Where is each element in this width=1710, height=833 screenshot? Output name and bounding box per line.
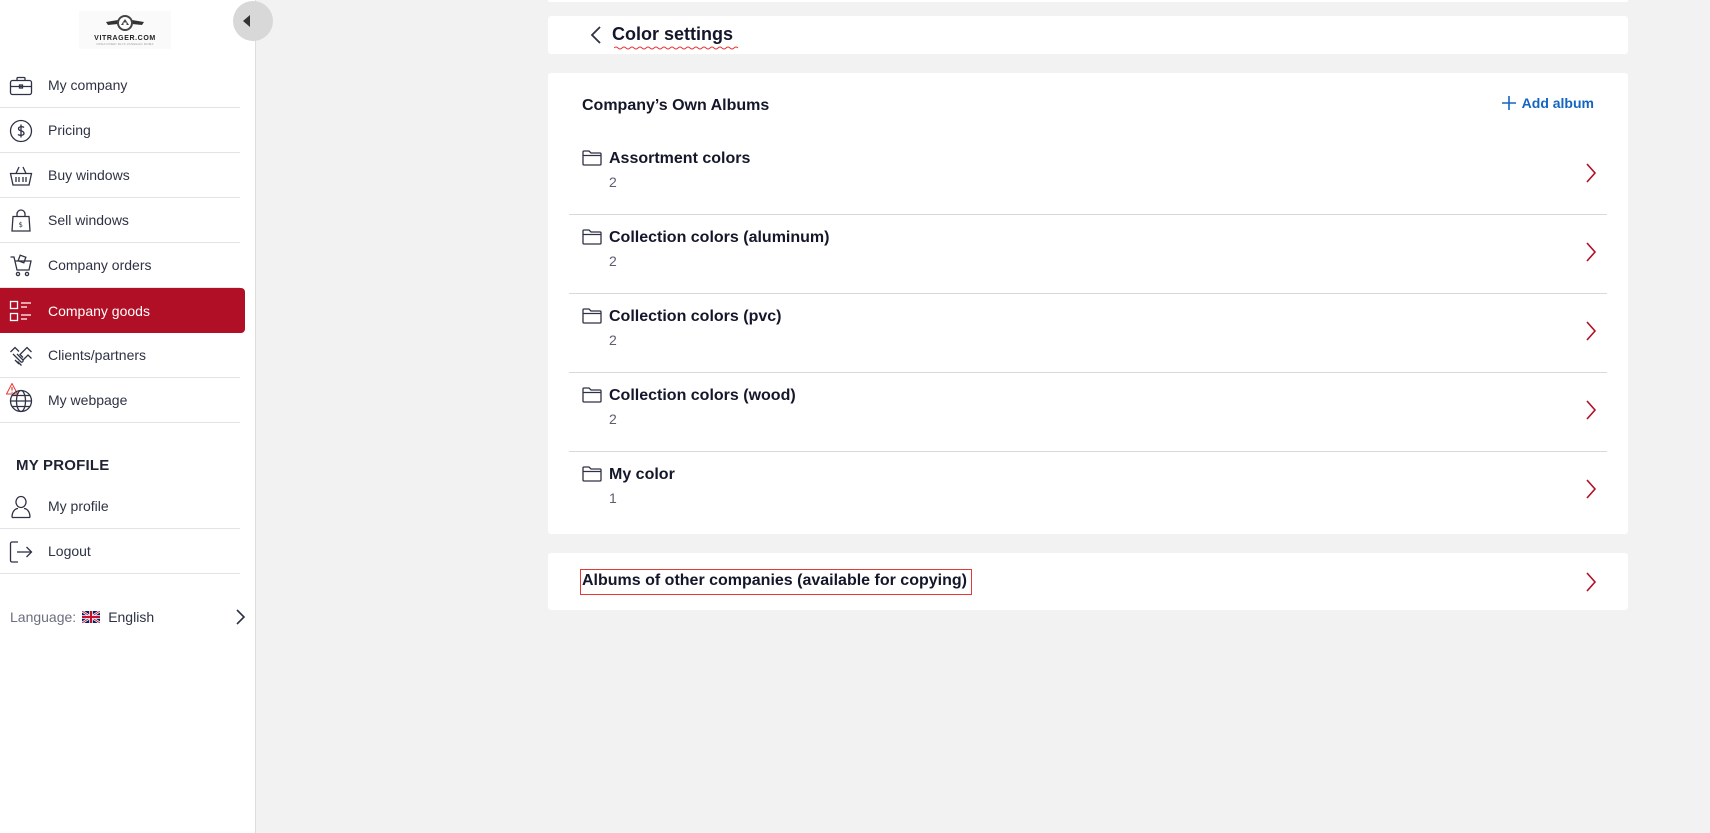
album-name: Collection colors (wood)	[609, 387, 796, 404]
basket-icon	[9, 166, 33, 186]
album-row-collection-colors-aluminum[interactable]: Collection colors (aluminum) 2	[569, 215, 1607, 294]
collapse-sidebar-button[interactable]	[233, 1, 273, 41]
main-nav: My company Pricing Buy windows $ Sell wi…	[0, 63, 245, 423]
cart-icon	[10, 254, 32, 277]
album-list: Assortment colors 2 Collection colors (a…	[569, 136, 1607, 531]
profile-nav: My profile Logout	[0, 484, 240, 574]
album-name: Collection colors (aluminum)	[609, 229, 830, 246]
svg-text:$: $	[19, 221, 23, 229]
sidebar-item-sell-windows[interactable]: $ Sell windows	[0, 198, 240, 243]
album-count: 1	[609, 490, 617, 506]
album-name: Assortment colors	[609, 150, 751, 167]
dollar-circle-icon	[9, 119, 33, 143]
album-count: 2	[609, 253, 617, 269]
sidebar-item-buy-windows[interactable]: Buy windows	[0, 153, 240, 198]
briefcase-icon	[9, 76, 33, 96]
other-companies-albums-label: Albums of other companies (available for…	[580, 569, 972, 595]
sidebar-item-label: Clients/partners	[48, 347, 147, 363]
logout-icon	[9, 541, 33, 563]
logo-tagline: OKNA DVERI DLYA VASHEGO DOMA	[96, 42, 154, 46]
sidebar-item-my-profile[interactable]: My profile	[0, 484, 240, 529]
chevron-right-icon	[1586, 572, 1597, 592]
chevron-right-icon	[236, 609, 246, 625]
list-icon	[9, 300, 31, 322]
top-strip	[548, 0, 1628, 2]
shopping-bag-icon: $	[11, 209, 31, 232]
sidebar-item-label: Company orders	[48, 257, 152, 273]
album-name: Collection colors (pvc)	[609, 308, 782, 325]
collapse-arrow-icon	[243, 15, 250, 27]
my-profile-section-title: MY PROFILE	[16, 457, 110, 474]
sidebar-item-logout[interactable]: Logout	[0, 529, 240, 574]
sidebar-item-label: Sell windows	[48, 212, 129, 228]
album-count: 2	[609, 411, 617, 427]
sidebar: VITRAGER.COM OKNA DVERI DLYA VASHEGO DOM…	[0, 0, 256, 833]
logo-text: VITRAGER.COM	[94, 35, 156, 42]
folder-icon	[582, 308, 602, 324]
folder-icon	[582, 466, 602, 482]
sidebar-item-label: Logout	[48, 543, 91, 559]
album-row-collection-colors-pvc[interactable]: Collection colors (pvc) 2	[569, 294, 1607, 373]
sidebar-item-label: My webpage	[48, 392, 128, 408]
handshake-icon	[10, 346, 32, 366]
album-count: 2	[609, 174, 617, 190]
add-album-button[interactable]: Add album	[1501, 95, 1594, 111]
sidebar-item-label: Pricing	[48, 122, 91, 138]
page-header: Color settings	[548, 16, 1628, 54]
spellcheck-underline	[614, 46, 739, 50]
user-icon	[11, 495, 31, 519]
uk-flag-icon	[82, 611, 101, 623]
folder-icon	[582, 387, 602, 403]
plus-icon	[1501, 96, 1516, 110]
album-row-assortment-colors[interactable]: Assortment colors 2	[569, 136, 1607, 215]
sidebar-item-my-company[interactable]: My company	[0, 63, 240, 108]
sidebar-item-clients-partners[interactable]: Clients/partners	[0, 333, 240, 378]
album-row-collection-colors-wood[interactable]: Collection colors (wood) 2	[569, 373, 1607, 452]
company-logo[interactable]: VITRAGER.COM OKNA DVERI DLYA VASHEGO DOM…	[79, 11, 171, 49]
folder-icon	[582, 150, 602, 166]
language-selector[interactable]: Language: English	[10, 604, 246, 630]
chevron-right-icon	[1586, 400, 1597, 420]
globe-icon	[9, 389, 33, 413]
add-album-label: Add album	[1521, 95, 1594, 111]
chevron-right-icon	[1586, 163, 1597, 183]
sidebar-item-company-orders[interactable]: Company orders	[0, 243, 240, 288]
back-arrow-icon[interactable]	[590, 25, 602, 45]
logo-emblem-icon	[106, 15, 144, 31]
sidebar-item-label: Company goods	[48, 302, 150, 319]
album-row-my-color[interactable]: My color 1	[569, 452, 1607, 531]
sidebar-item-label: My profile	[48, 498, 109, 514]
sidebar-item-label: My company	[48, 77, 128, 93]
chevron-right-icon	[1586, 479, 1597, 499]
chevron-right-icon	[1586, 321, 1597, 341]
page-title: Color settings	[612, 24, 734, 44]
own-albums-title: Company’s Own Albums	[582, 97, 770, 114]
chevron-right-icon	[1586, 242, 1597, 262]
album-count: 2	[609, 332, 617, 348]
sidebar-item-pricing[interactable]: Pricing	[0, 108, 240, 153]
sidebar-item-company-goods[interactable]: Company goods	[0, 288, 245, 333]
folder-icon	[582, 229, 602, 245]
language-value: English	[108, 609, 155, 625]
own-albums-card: Company’s Own Albums Add album Assortmen…	[548, 73, 1628, 534]
sidebar-item-label: Buy windows	[48, 167, 130, 183]
other-companies-albums-row[interactable]: Albums of other companies (available for…	[548, 553, 1628, 610]
album-name: My color	[609, 466, 675, 483]
language-label: Language:	[10, 609, 77, 625]
sidebar-item-my-webpage[interactable]: My webpage	[0, 378, 240, 423]
